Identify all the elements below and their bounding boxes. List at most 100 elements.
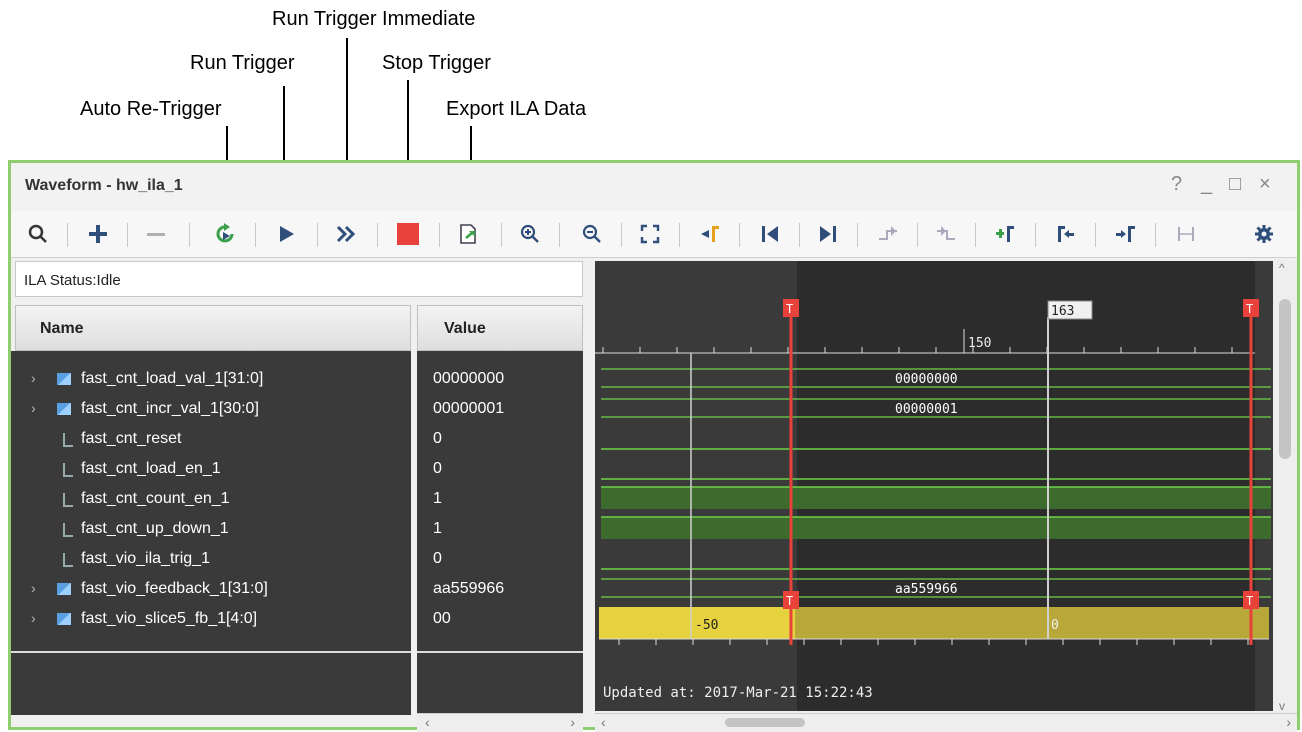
signal-name: fast_cnt_load_en_1: [81, 460, 221, 477]
expand-chevron-icon[interactable]: ›: [31, 610, 36, 626]
signal-name: fast_vio_feedback_1[31:0]: [81, 580, 268, 597]
separator: [975, 223, 976, 247]
ila-status: ILA Status:Idle: [15, 261, 583, 297]
name-header-label: Name: [40, 320, 84, 337]
search-icon[interactable]: [23, 219, 53, 249]
zoom-fit-icon[interactable]: [635, 219, 665, 249]
signal-value: 1: [433, 520, 442, 537]
separator: [1155, 223, 1156, 247]
trigger-marker-label: T: [1246, 302, 1253, 316]
run-trigger-icon[interactable]: [271, 219, 301, 249]
expand-chevron-icon[interactable]: ›: [31, 580, 36, 596]
remove-icon[interactable]: [141, 219, 171, 249]
callout-auto-retrigger: Auto Re-Trigger: [80, 98, 222, 120]
signal-value: 00000001: [433, 400, 505, 417]
prev-transition-icon[interactable]: [873, 219, 903, 249]
goto-start-icon[interactable]: [755, 219, 785, 249]
bus-signal-icon: [57, 373, 71, 385]
prev-marker-icon[interactable]: [1051, 219, 1081, 249]
close-icon[interactable]: ×: [1259, 173, 1271, 196]
signal-value: 00: [433, 610, 451, 627]
run-trigger-immediate-icon[interactable]: [331, 219, 361, 249]
separator: [1095, 223, 1096, 247]
minimize-icon[interactable]: _: [1201, 173, 1212, 196]
signal-name-list: › fast_cnt_load_val_1[31:0] › fast_cnt_incr…: [11, 351, 411, 651]
separator: [189, 223, 190, 247]
signal-value: 0: [433, 460, 442, 477]
bus-value-label: 00000001: [895, 402, 958, 417]
signal-row[interactable]: › fast_vio_feedback_1[31:0]: [11, 575, 411, 605]
signal-row[interactable]: › fast_cnt_incr_val_1[30:0]: [11, 395, 411, 425]
maximize-icon[interactable]: □: [1229, 173, 1241, 196]
updated-timestamp: Updated at: 2017-Mar-21 15:22:43: [603, 685, 873, 701]
stop-trigger-icon[interactable]: [393, 219, 423, 249]
signal-value-list: 00000000 00000001 0 0 1 1 0 aa559966 00: [417, 351, 583, 651]
signal-row[interactable]: fast_cnt_load_en_1: [11, 455, 411, 485]
signal-row[interactable]: fast_cnt_up_down_1: [11, 515, 411, 545]
separator: [317, 223, 318, 247]
scroll-right-icon[interactable]: ›: [1286, 714, 1291, 730]
scroll-down-icon[interactable]: v: [1279, 699, 1285, 713]
next-marker-icon[interactable]: [1111, 219, 1141, 249]
signal-value: 0: [433, 550, 442, 567]
scroll-left-icon[interactable]: ‹: [425, 714, 430, 730]
bottom-bus-label: -50: [695, 618, 718, 633]
wave-vscroll-thumb[interactable]: [1279, 299, 1291, 459]
separator: [621, 223, 622, 247]
trigger-marker-label: T: [1246, 594, 1253, 608]
zoom-in-icon[interactable]: [515, 219, 545, 249]
bit-high-fill: [601, 517, 1271, 539]
bit-high-fill: [601, 487, 1271, 509]
separator: [739, 223, 740, 247]
scroll-left-icon[interactable]: ‹: [601, 714, 606, 730]
wave-vscrollbar[interactable]: ^ v: [1273, 261, 1297, 713]
separator: [857, 223, 858, 247]
auto-retrigger-icon[interactable]: [211, 219, 241, 249]
value-pane-empty: [417, 651, 583, 715]
callout-export-ila: Export ILA Data: [446, 98, 587, 120]
cursor-label: 163: [1051, 304, 1074, 319]
signal-row[interactable]: › fast_vio_slice5_fb_1[4:0]: [11, 605, 411, 635]
bit-signal-icon: [63, 463, 73, 477]
expand-chevron-icon[interactable]: ›: [31, 400, 36, 416]
zoom-out-icon[interactable]: [577, 219, 607, 249]
waveform-canvas[interactable]: 150 00000000 00000001 aa559966 -50 0 163 T T T T Up…: [595, 261, 1273, 711]
signal-row[interactable]: fast_vio_ila_trig_1: [11, 545, 411, 575]
signal-name: fast_vio_ila_trig_1: [81, 550, 210, 567]
separator: [559, 223, 560, 247]
swap-cursors-icon[interactable]: [1171, 219, 1201, 249]
name-column-header[interactable]: Name: [15, 305, 411, 351]
signal-row[interactable]: › fast_cnt_load_val_1[31:0]: [11, 365, 411, 395]
help-icon[interactable]: ?: [1171, 173, 1182, 196]
signal-name: fast_cnt_load_val_1[31:0]: [81, 370, 264, 387]
bottom-bus-fill-right: [795, 607, 1269, 639]
settings-icon[interactable]: [1249, 219, 1279, 249]
expand-chevron-icon[interactable]: ›: [31, 370, 36, 386]
bus-value-label: 00000000: [895, 372, 958, 387]
signal-row[interactable]: fast_cnt_reset: [11, 425, 411, 455]
goto-end-icon[interactable]: [813, 219, 843, 249]
add-marker-icon[interactable]: [991, 219, 1021, 249]
scroll-up-icon[interactable]: ^: [1279, 261, 1285, 275]
bus-signal-icon: [57, 403, 71, 415]
signal-value: aa559966: [433, 580, 505, 597]
toolbar: [11, 211, 1297, 258]
value-hscrollbar[interactable]: ‹ ›: [417, 713, 583, 732]
separator: [127, 223, 128, 247]
signal-row[interactable]: fast_cnt_count_en_1: [11, 485, 411, 515]
signal-value: 1: [433, 490, 442, 507]
goto-cursor-icon[interactable]: [695, 219, 725, 249]
signal-name: fast_cnt_up_down_1: [81, 520, 229, 537]
bus-value-label: aa559966: [895, 582, 958, 597]
add-icon[interactable]: [83, 219, 113, 249]
scroll-right-icon[interactable]: ›: [570, 714, 575, 730]
export-ila-icon[interactable]: [453, 219, 483, 249]
callout-run-trigger: Run Trigger: [190, 52, 295, 74]
callout-stop-trigger: Stop Trigger: [382, 52, 491, 74]
value-column-header[interactable]: Value: [417, 305, 583, 351]
separator: [377, 223, 378, 247]
wave-hscrollbar[interactable]: ‹ ›: [595, 713, 1297, 732]
bit-signal-icon: [63, 493, 73, 507]
wave-hscroll-thumb[interactable]: [725, 718, 805, 727]
next-transition-icon[interactable]: [931, 219, 961, 249]
